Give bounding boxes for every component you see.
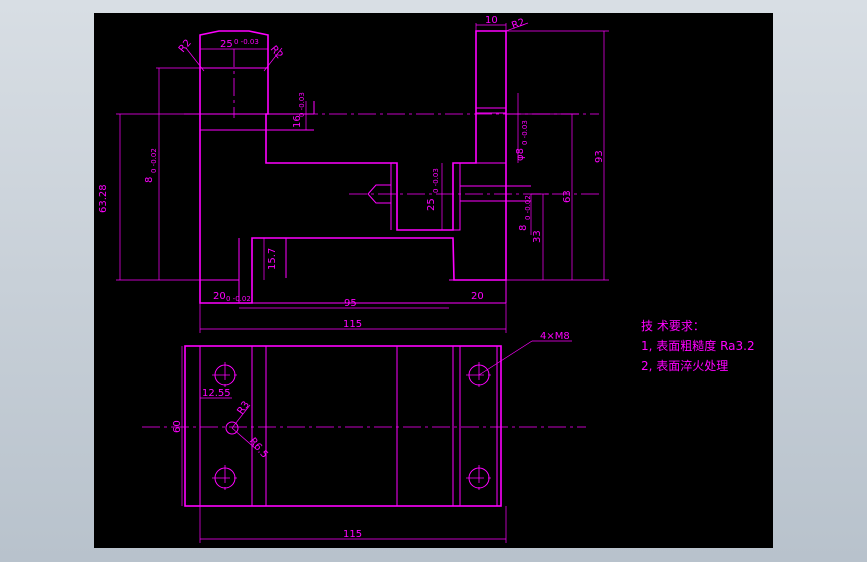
- cad-drawing: R2 R2 25 0 -0.03 10 R2 16 0 -0.03 φ8 0 -…: [98, 15, 755, 543]
- dim-20-left-tol: 0 -0.02: [226, 295, 251, 303]
- dim-15-7: 15.7: [267, 248, 278, 270]
- dim-20-left: 20: [213, 291, 226, 302]
- dim-8-tol: 0 -0.02: [150, 148, 158, 173]
- dim-16-tol: 0 -0.03: [298, 92, 306, 117]
- dim-phi8: φ8: [515, 148, 526, 161]
- dim-r2-left: R2: [177, 38, 194, 55]
- dim-phi8-tol: 0 -0.03: [521, 120, 529, 145]
- dim-r2-top: R2: [510, 17, 526, 32]
- dim-12-55: 12.55: [202, 388, 231, 399]
- top-view: [142, 345, 586, 507]
- dim-8-right-tol: 0 -0.02: [524, 195, 532, 220]
- dim-4xm8: 4×M8: [540, 331, 570, 342]
- front-view: [184, 30, 599, 304]
- dim-8: 8: [144, 177, 155, 183]
- dim-25-top-tol: 0 -0.03: [234, 38, 259, 46]
- top-view-outline: [184, 345, 502, 507]
- dim-95: 95: [344, 298, 357, 309]
- technical-requirements: 技 术要求： 1, 表面粗糙度 Ra3.2 2, 表面淬火处理: [641, 319, 755, 373]
- dim-r3: R3: [235, 400, 252, 417]
- notes-line-2: 2, 表面淬火处理: [641, 358, 728, 373]
- notes-title: 技 术要求：: [641, 319, 705, 333]
- dim-10: 10: [485, 15, 498, 26]
- front-boss: [453, 162, 461, 231]
- dim-r2-right: R2: [268, 44, 285, 61]
- dim-25-boss-tol: 0 -0.03: [432, 168, 440, 193]
- dim-33: 33: [532, 230, 543, 243]
- dim-20-right: 20: [471, 291, 484, 302]
- top-view-dimensions: 4×M8 12.55 R3 R6.5 60 115: [172, 331, 572, 543]
- front-view-dimensions: R2 R2 25 0 -0.03 10 R2 16 0 -0.03 φ8 0 -…: [98, 15, 609, 333]
- dim-60: 60: [172, 420, 183, 433]
- cad-drawing-viewport[interactable]: R2 R2 25 0 -0.03 10 R2 16 0 -0.03 φ8 0 -…: [94, 13, 773, 548]
- dim-63-28: 63.28: [98, 184, 109, 213]
- notes-line-1: 1, 表面粗糙度 Ra3.2: [641, 338, 755, 353]
- dim-63: 63: [562, 190, 573, 203]
- dim-25-boss: 25: [426, 198, 437, 211]
- dim-93: 93: [594, 150, 605, 163]
- dim-25-top: 25: [220, 39, 233, 50]
- dim-8-right: 8: [518, 225, 529, 231]
- dim-115-top: 115: [343, 529, 362, 540]
- dim-115-front: 115: [343, 319, 362, 330]
